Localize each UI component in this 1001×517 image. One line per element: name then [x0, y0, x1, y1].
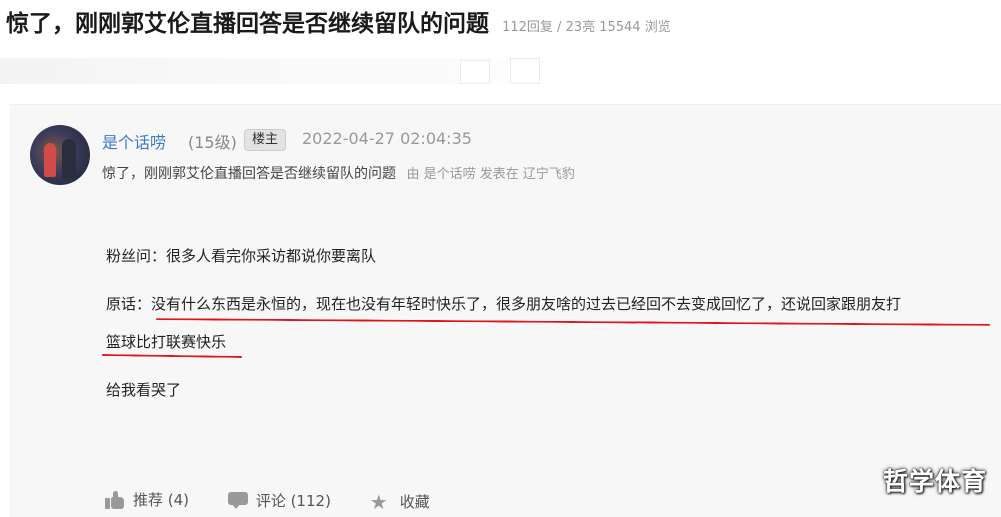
- post-body-line: 原话：没有什么东西是永恒的，现在也没有年轻时快乐了，很多朋友啥的过去已经回不去变…: [106, 295, 902, 313]
- author-level: (15级): [188, 133, 237, 152]
- post-timestamp: 2022-04-27 02:04:35: [302, 129, 472, 148]
- avatar[interactable]: [30, 125, 90, 185]
- avatar-figure: [44, 143, 56, 177]
- comment-label: 评论 (112): [255, 491, 331, 510]
- post-subtitle: 惊了，刚刚郭艾伦直播回答是否继续留队的问题 由 是个话唠 发表在 辽宁飞豹: [102, 163, 575, 183]
- avatar-figure: [62, 139, 76, 179]
- post-actions: 推荐 (4) 评论 (112) ★ 收藏: [105, 489, 464, 513]
- author-username[interactable]: 是个话唠: [102, 129, 166, 153]
- post-body-line: 篮球比打联赛快乐: [106, 333, 227, 351]
- favorite-button[interactable]: ★ 收藏: [370, 491, 430, 512]
- blurred-button[interactable]: [510, 58, 540, 84]
- recommend-button[interactable]: 推荐 (4): [105, 489, 189, 510]
- recommend-label: 推荐 (4): [133, 491, 190, 509]
- favorite-label: 收藏: [399, 493, 430, 511]
- post-byline: 由 是个话唠 发表在 辽宁飞豹: [406, 167, 575, 182]
- thread-header: 惊了，刚刚郭艾伦直播回答是否继续留队的问题 112回复 / 23亮 15544 …: [6, 4, 671, 38]
- watermark: 哲学体育: [882, 467, 987, 496]
- post-body-line: 粉丝问：很多人看完你采访都说你要离队: [106, 247, 377, 265]
- blurred-toolbar: [0, 58, 545, 84]
- thread-title: 惊了，刚刚郭艾伦直播回答是否继续留队的问题: [6, 11, 489, 37]
- thread-stats: 112回复 / 23亮 15544 浏览: [502, 20, 671, 35]
- comment-icon: [227, 491, 248, 509]
- post-subtitle-text: 惊了，刚刚郭艾伦直播回答是否继续留队的问题: [102, 166, 396, 182]
- post-card: 是个话唠 (15级) 楼主 2022-04-27 02:04:35 惊了，刚刚郭…: [10, 104, 1001, 517]
- thumbs-up-icon: [105, 490, 125, 509]
- red-underline-annotation: [101, 354, 243, 358]
- post-body-line: 给我看哭了: [106, 381, 182, 399]
- star-icon: ★: [369, 489, 388, 514]
- comment-button[interactable]: 评论 (112): [227, 490, 331, 511]
- op-badge: 楼主: [244, 129, 287, 151]
- blurred-button[interactable]: [460, 60, 490, 84]
- red-underline-annotation: [156, 318, 990, 326]
